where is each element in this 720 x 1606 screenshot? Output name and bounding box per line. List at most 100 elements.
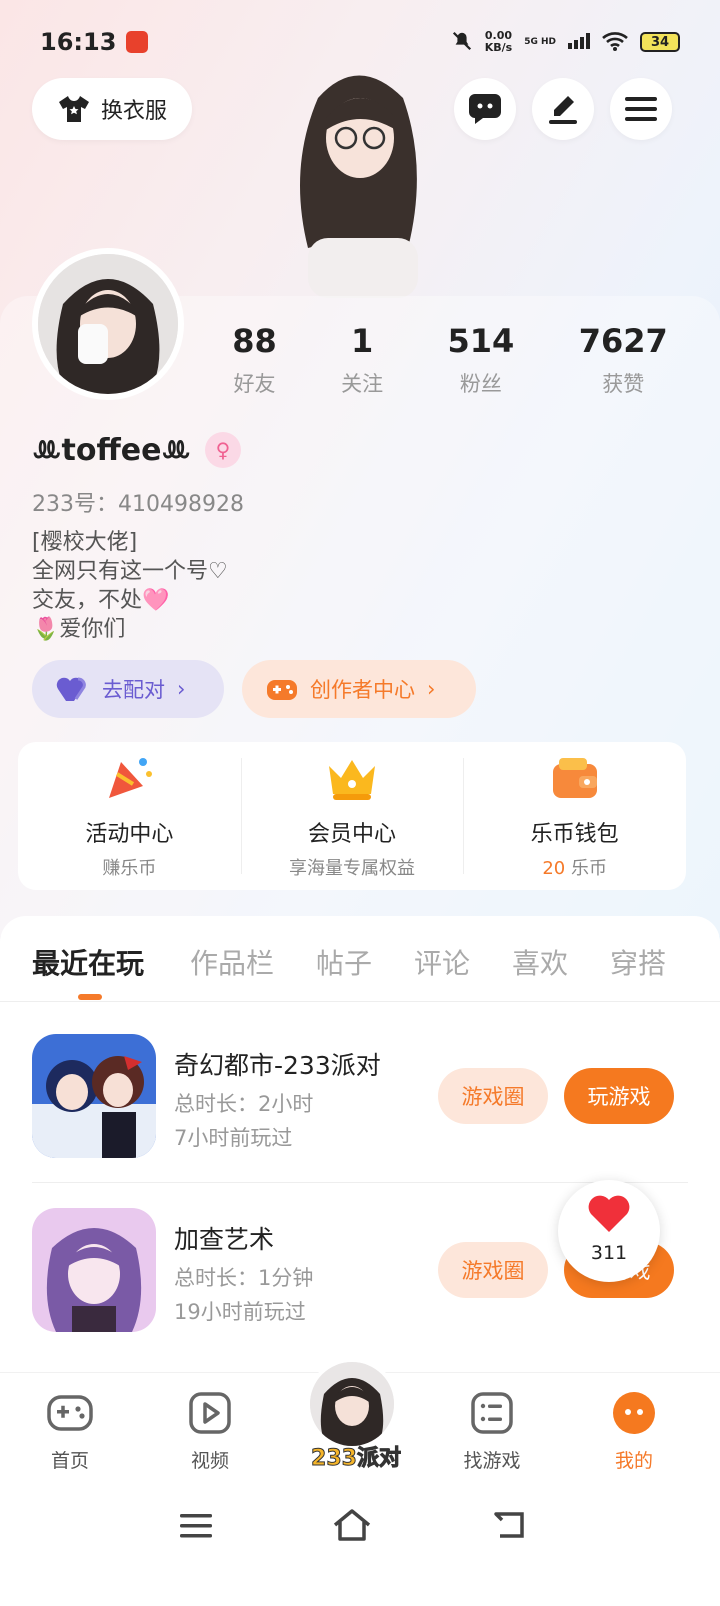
- profile-dots-icon: [613, 1392, 655, 1434]
- game-duration: 总时长：2小时: [174, 1092, 314, 1116]
- tab-posts[interactable]: 帖子: [316, 942, 372, 982]
- wifi-icon: [602, 31, 628, 54]
- chat-icon: [469, 94, 501, 124]
- tab-comments[interactable]: 评论: [414, 942, 470, 982]
- nav-video[interactable]: 视频: [160, 1391, 260, 1473]
- heart-pair-icon: [56, 677, 86, 701]
- game-duration: 总时长：1分钟: [174, 1266, 314, 1290]
- gender-female-icon: ♀: [204, 432, 241, 468]
- member-center-sub: 享海量专属权益: [289, 858, 415, 879]
- avatar-image: [38, 254, 178, 394]
- nav-home[interactable]: 首页: [20, 1391, 120, 1473]
- pair-button[interactable]: 去配对 ›: [32, 660, 224, 718]
- bio: [樱校大佬] 全网只有这一个号♡ 交友，不处🩷 🌷爱你们: [32, 528, 228, 644]
- pair-label: 去配对: [102, 678, 165, 702]
- stat-friends-count: 88: [232, 322, 277, 360]
- stat-following[interactable]: 1 关注: [341, 322, 383, 398]
- heart-icon: [588, 1195, 630, 1232]
- tab-works[interactable]: 作品栏: [190, 942, 274, 982]
- battery-indicator: 34: [640, 32, 680, 52]
- stat-following-label: 关注: [341, 372, 384, 396]
- menu-button[interactable]: [610, 78, 672, 140]
- profile-avatar[interactable]: [32, 248, 184, 400]
- profile-stats: 88 好友 1 关注 514 粉丝 7627 获赞: [200, 322, 700, 398]
- net-speed: 0.00 KB/s: [485, 30, 512, 54]
- game-name: 奇幻都市-233派对: [174, 1051, 381, 1080]
- stat-fans-count: 514: [447, 322, 515, 360]
- activity-center-title: 活动中心: [85, 822, 174, 847]
- video-icon: [189, 1392, 231, 1434]
- coin-wallet-title: 乐币钱包: [530, 822, 619, 847]
- quick-entries: 活动中心 赚乐币 会员中心 享海量专属权益 乐币钱包 20 乐币: [18, 742, 686, 890]
- avatar-3d-figure[interactable]: [268, 58, 448, 298]
- crown-icon: [329, 760, 375, 800]
- creator-center-button[interactable]: 创作者中心 ›: [242, 660, 476, 718]
- menu-icon: [625, 97, 657, 121]
- home-icon[interactable]: [332, 1508, 372, 1542]
- edit-profile-button[interactable]: [532, 78, 594, 140]
- change-outfit-button[interactable]: 换衣服: [32, 78, 192, 140]
- stat-friends-label: 好友: [233, 372, 276, 396]
- change-outfit-label: 换衣服: [100, 99, 167, 124]
- like-count: 311: [590, 1242, 628, 1264]
- chevron-right-icon: ›: [427, 677, 436, 701]
- stat-fans[interactable]: 514 粉丝: [448, 322, 515, 398]
- nav-mine-label: 我的: [614, 1450, 653, 1472]
- coin-unit: 乐币: [571, 858, 607, 879]
- tab-outfits[interactable]: 穿搭: [610, 942, 666, 982]
- system-nav-bar: [0, 1482, 720, 1606]
- bio-line: 🌷爱你们: [32, 617, 126, 642]
- user-id[interactable]: 233号：410498928: [32, 486, 244, 518]
- pen-icon: [549, 96, 577, 124]
- bio-line: [樱校大佬]: [32, 530, 138, 555]
- stat-friends[interactable]: 88 好友: [232, 322, 277, 398]
- activity-center-sub: 赚乐币: [102, 858, 157, 879]
- nav-party-label[interactable]: 233派对: [306, 1440, 406, 1472]
- active-tab-indicator: [78, 994, 102, 1000]
- nav-party-avatar[interactable]: [306, 1358, 398, 1450]
- stat-likes-label: 获赞: [602, 372, 645, 396]
- status-bar: 16:13 0.00 KB/s 5G HD 34: [40, 22, 680, 62]
- game-circle-button[interactable]: 游戏圈: [438, 1068, 548, 1124]
- app-notification-icon: [126, 31, 149, 53]
- bio-line: 全网只有这一个号♡: [32, 559, 228, 584]
- nav-home-label: 首页: [50, 1450, 89, 1472]
- tab-recently-played[interactable]: 最近在玩: [32, 942, 144, 982]
- member-center-title: 会员中心: [308, 822, 397, 847]
- party-popper-icon: [109, 758, 153, 798]
- network-type: 5G HD: [524, 37, 556, 47]
- member-center-entry[interactable]: 会员中心 享海量专属权益: [240, 742, 464, 890]
- message-button[interactable]: [454, 78, 516, 140]
- play-game-button[interactable]: 玩游戏: [564, 1068, 674, 1124]
- creator-center-label: 创作者中心: [310, 678, 415, 702]
- game-circle-button[interactable]: 游戏圈: [438, 1242, 548, 1298]
- nav-find-games[interactable]: 找游戏: [442, 1391, 542, 1473]
- gamepad-icon: [267, 680, 297, 700]
- coin-wallet-entry[interactable]: 乐币钱包 20 乐币: [463, 742, 686, 890]
- signal-icon: [568, 32, 590, 52]
- back-icon[interactable]: [492, 1510, 526, 1540]
- stat-likes-count: 7627: [578, 322, 668, 360]
- bio-line: 交友，不处🩷: [32, 588, 170, 613]
- nav-find-games-label: 找游戏: [463, 1450, 521, 1472]
- nav-mine[interactable]: 我的: [584, 1391, 684, 1473]
- stat-fans-label: 粉丝: [459, 372, 502, 396]
- list-icon: [471, 1392, 513, 1434]
- party-avatar-image: [310, 1362, 394, 1446]
- game-last-played: 7小时前玩过: [174, 1126, 293, 1150]
- tab-likes[interactable]: 喜欢: [512, 942, 568, 982]
- game-name: 加查艺术: [174, 1225, 275, 1254]
- game-icon: [32, 1208, 156, 1332]
- mute-icon: [451, 30, 473, 55]
- status-time: 16:13: [40, 28, 117, 56]
- recent-apps-icon[interactable]: [180, 1512, 212, 1540]
- stat-likes[interactable]: 7627 获赞: [579, 322, 668, 398]
- wallet-icon: [552, 758, 597, 798]
- gamepad-nav-icon: [47, 1395, 93, 1431]
- net-speed-unit: KB/s: [484, 41, 513, 54]
- nickname: ꔛtoffeeꔛ: [32, 432, 191, 468]
- stat-following-count: 1: [350, 322, 374, 360]
- profile-tabs: 最近在玩 作品栏 帖子 评论 喜欢 穿搭: [0, 916, 720, 1002]
- floating-like-button[interactable]: 311: [558, 1180, 660, 1282]
- activity-center-entry[interactable]: 活动中心 赚乐币: [18, 742, 241, 890]
